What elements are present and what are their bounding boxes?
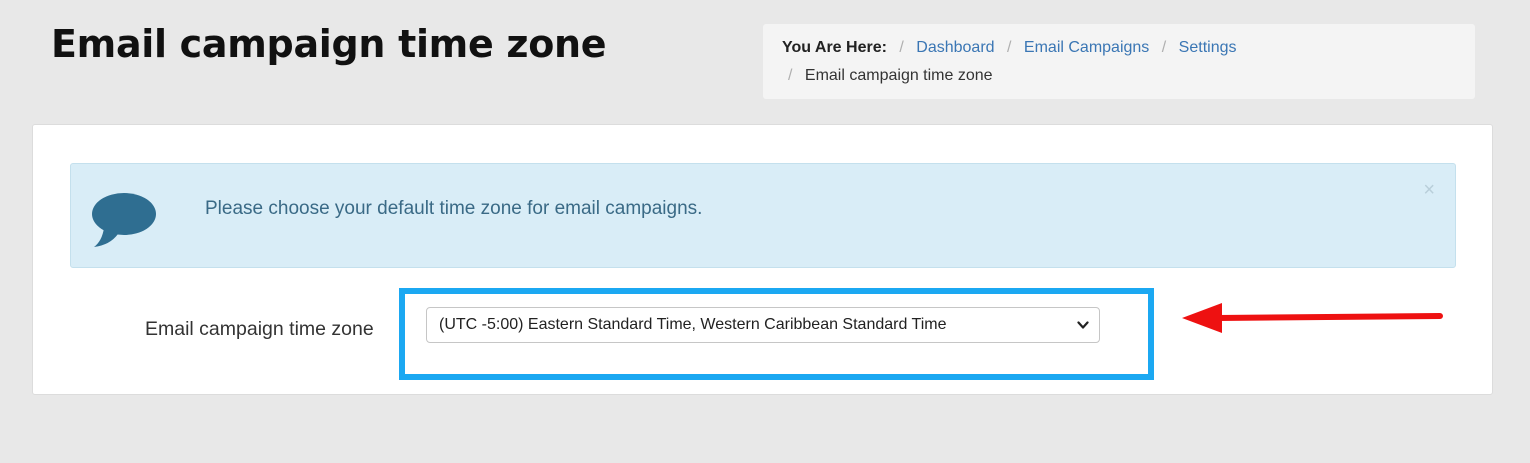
info-alert: Please choose your default time zone for… — [70, 163, 1456, 268]
breadcrumb-link-email-campaigns[interactable]: Email Campaigns — [1024, 39, 1149, 56]
chat-bubble-icon — [92, 193, 156, 247]
breadcrumb-separator: / — [788, 67, 793, 84]
close-icon[interactable]: × — [1423, 180, 1435, 200]
page-title: Email campaign time zone — [51, 22, 607, 66]
annotation-arrow — [1182, 303, 1443, 333]
breadcrumb-lead: You Are Here: — [782, 39, 887, 56]
chevron-down-icon — [1077, 321, 1089, 329]
timezone-select-value: (UTC -5:00) Eastern Standard Time, Weste… — [439, 316, 947, 333]
breadcrumb: You Are Here: / Dashboard / Email Campai… — [763, 24, 1475, 99]
breadcrumb-link-settings[interactable]: Settings — [1179, 39, 1237, 56]
breadcrumb-link-dashboard[interactable]: Dashboard — [916, 39, 994, 56]
breadcrumb-separator: / — [1161, 39, 1167, 56]
alert-message: Please choose your default time zone for… — [205, 198, 703, 219]
breadcrumb-separator: / — [899, 39, 904, 56]
breadcrumb-current: Email campaign time zone — [804, 67, 993, 84]
settings-panel: Please choose your default time zone for… — [32, 124, 1493, 395]
timezone-select[interactable]: (UTC -5:00) Eastern Standard Time, Weste… — [426, 307, 1100, 343]
breadcrumb-separator: / — [1007, 39, 1012, 56]
timezone-label: Email campaign time zone — [145, 318, 374, 340]
